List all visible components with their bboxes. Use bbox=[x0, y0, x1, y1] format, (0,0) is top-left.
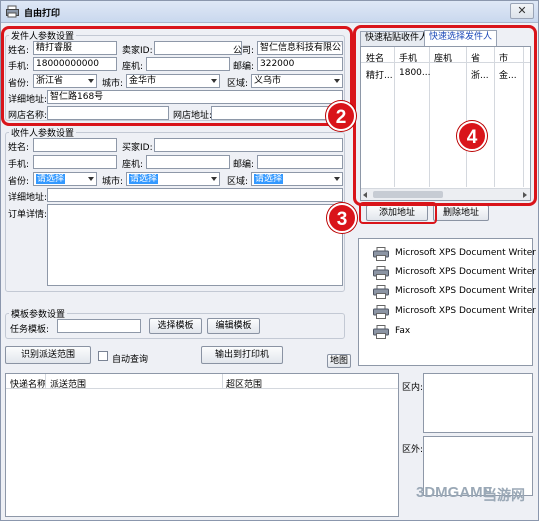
printer-name: Fax bbox=[395, 326, 411, 336]
delete-address-button[interactable]: 删除地址 bbox=[433, 205, 489, 221]
printer-app-icon bbox=[6, 5, 19, 18]
buyer-id-input[interactable] bbox=[154, 138, 343, 152]
printer-icon bbox=[373, 247, 389, 261]
receiver-mobile-input[interactable] bbox=[33, 155, 117, 169]
printer-icon bbox=[373, 266, 389, 280]
printer-name: Microsoft XPS Document Writer P bbox=[395, 267, 539, 277]
column-divider bbox=[222, 374, 223, 389]
output-printer-button[interactable]: 输出到打印机 bbox=[201, 346, 283, 364]
printer-list: Microsoft XPS Document Writer P Microsof… bbox=[358, 238, 539, 366]
receiver-province-label: 省份: bbox=[8, 177, 30, 187]
order-detail-label: 订单详情: bbox=[8, 210, 48, 220]
receiver-phone-input[interactable] bbox=[146, 155, 230, 169]
list-item[interactable]: Microsoft XPS Document Writer P bbox=[373, 283, 539, 301]
list-item[interactable]: Microsoft XPS Document Writer P bbox=[373, 245, 539, 263]
receiver-address-input[interactable] bbox=[47, 188, 343, 202]
auto-query-checkbox[interactable] bbox=[98, 351, 108, 361]
receiver-district-select[interactable]: 请选择 bbox=[251, 172, 343, 186]
receiver-phone-label: 座机: bbox=[122, 160, 144, 170]
receiver-province-value: 请选择 bbox=[36, 174, 66, 184]
receiver-zip-input[interactable] bbox=[257, 155, 343, 169]
close-button[interactable]: ✕ bbox=[510, 3, 534, 19]
identify-range-button[interactable]: 识别派送范围 bbox=[5, 346, 91, 364]
list-item[interactable]: Fax bbox=[373, 323, 539, 341]
annotation-badge-2: 2 bbox=[326, 101, 356, 131]
receiver-city-label: 城市: bbox=[102, 177, 124, 187]
choose-template-button[interactable]: 选择模板 bbox=[149, 318, 202, 334]
inside-range-textarea[interactable] bbox=[423, 373, 533, 433]
printer-icon bbox=[373, 285, 389, 299]
auto-query-label: 自动查询 bbox=[112, 355, 149, 365]
chevron-down-icon bbox=[334, 177, 340, 181]
order-detail-textarea[interactable] bbox=[47, 204, 343, 286]
edit-template-button[interactable]: 编辑模板 bbox=[207, 318, 260, 334]
receiver-city-select[interactable]: 请选择 bbox=[126, 172, 220, 186]
app-window: 自由打印 ✕ 发件人参数设置 姓名: 精打睿服 卖家ID: 公司: 智仁信息科技… bbox=[0, 0, 539, 521]
printer-name: Microsoft XPS Document Writer P bbox=[395, 286, 539, 296]
watermark-site: 当游网 bbox=[483, 487, 525, 503]
watermark-brand: 3DMGAME bbox=[416, 484, 493, 501]
column-header[interactable]: 超区范围 bbox=[226, 377, 262, 390]
annotation-badge-4: 4 bbox=[457, 121, 487, 151]
column-header[interactable]: 快递名称 bbox=[10, 377, 46, 390]
printer-icon bbox=[373, 305, 389, 319]
sender-highlight-box bbox=[1, 26, 353, 126]
outside-range-label: 区外: bbox=[402, 445, 424, 455]
receiver-zip-label: 邮编: bbox=[233, 160, 255, 170]
task-template-label: 任务模板: bbox=[10, 325, 50, 335]
delivery-range-table: 快递名称 派送范围 超区范围 bbox=[5, 373, 399, 517]
receiver-district-label: 区域: bbox=[227, 177, 249, 187]
fax-icon bbox=[373, 325, 389, 339]
list-item[interactable]: Microsoft XPS Document Writer P bbox=[373, 264, 539, 282]
receiver-city-value: 请选择 bbox=[129, 174, 159, 184]
title-bar: 自由打印 ✕ bbox=[1, 1, 538, 23]
sender-list-highlight-box bbox=[353, 25, 537, 206]
chevron-down-icon bbox=[211, 177, 217, 181]
receiver-province-select[interactable]: 请选择 bbox=[33, 172, 97, 186]
map-button[interactable]: 地图 bbox=[327, 354, 351, 368]
buyer-id-label: 买家ID: bbox=[122, 143, 153, 153]
window-title: 自由打印 bbox=[24, 9, 61, 19]
list-item[interactable]: Microsoft XPS Document Writer bbox=[373, 303, 539, 321]
receiver-address-label: 详细地址: bbox=[8, 193, 48, 203]
task-template-input[interactable] bbox=[57, 319, 141, 333]
receiver-mobile-label: 手机: bbox=[8, 160, 30, 170]
receiver-name-label: 姓名: bbox=[8, 143, 30, 153]
column-header[interactable]: 派送范围 bbox=[50, 377, 86, 390]
column-divider bbox=[45, 374, 46, 389]
receiver-district-value: 请选择 bbox=[254, 174, 284, 184]
inside-range-label: 区内: bbox=[402, 383, 424, 393]
receiver-name-input[interactable] bbox=[33, 138, 117, 152]
printer-name: Microsoft XPS Document Writer bbox=[395, 306, 536, 316]
add-address-highlight-box bbox=[359, 202, 437, 224]
printer-name: Microsoft XPS Document Writer P bbox=[395, 248, 539, 258]
chevron-down-icon bbox=[88, 177, 94, 181]
annotation-badge-3: 3 bbox=[327, 203, 357, 233]
